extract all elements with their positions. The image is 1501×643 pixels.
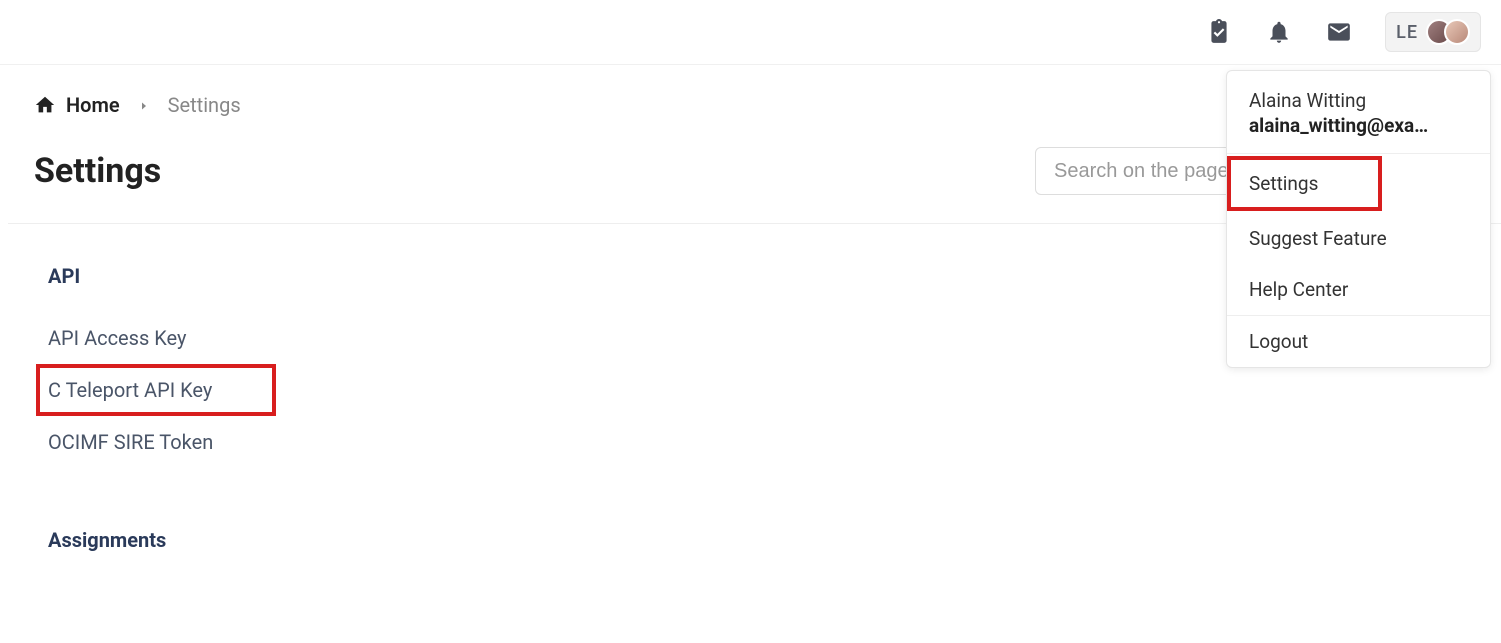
page-title: Settings bbox=[34, 151, 161, 191]
account-dropdown: Alaina Witting alaina_witting@exa… Setti… bbox=[1226, 70, 1491, 368]
dropdown-item-settings[interactable]: Settings bbox=[1227, 156, 1382, 211]
nav-item-ocimf-sire-token[interactable]: OCIMF SIRE Token bbox=[48, 416, 1461, 468]
dropdown-user-info: Alaina Witting alaina_witting@exa… bbox=[1227, 71, 1490, 154]
home-icon bbox=[34, 94, 56, 116]
chevron-right-icon bbox=[138, 93, 150, 117]
avatar bbox=[1444, 19, 1470, 45]
mail-icon[interactable] bbox=[1325, 18, 1353, 46]
clipboard-check-icon[interactable] bbox=[1205, 18, 1233, 46]
dropdown-item-help-center[interactable]: Help Center bbox=[1227, 264, 1490, 315]
account-menu-button[interactable]: LE bbox=[1385, 12, 1481, 52]
dropdown-user-name: Alaina Witting bbox=[1249, 89, 1468, 112]
topbar: LE bbox=[0, 0, 1501, 64]
dropdown-item-logout[interactable]: Logout bbox=[1227, 316, 1490, 367]
bell-icon[interactable] bbox=[1265, 18, 1293, 46]
breadcrumb-current: Settings bbox=[168, 93, 241, 117]
breadcrumb-home-label: Home bbox=[66, 93, 120, 117]
nav-item-c-teleport-api-key[interactable]: C Teleport API Key bbox=[36, 364, 276, 416]
avatar-group bbox=[1426, 19, 1470, 45]
nav-section-assignments: Assignments bbox=[48, 528, 1461, 552]
dropdown-user-email: alaina_witting@exa… bbox=[1249, 114, 1468, 137]
breadcrumb-home[interactable]: Home bbox=[34, 93, 120, 117]
account-initials: LE bbox=[1396, 22, 1418, 43]
dropdown-item-suggest-feature[interactable]: Suggest Feature bbox=[1227, 213, 1490, 264]
